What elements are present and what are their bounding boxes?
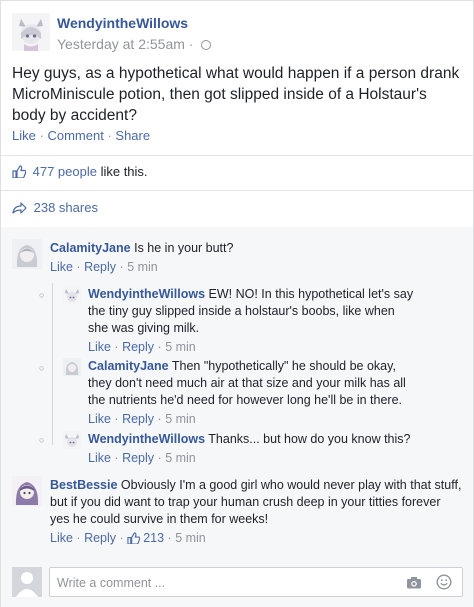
comment-actions: Like · Reply · 5 min (88, 339, 418, 356)
comment-time[interactable]: 5 min (165, 451, 196, 465)
comment-body: WendyintheWillows Thanks... but how do y… (88, 431, 418, 467)
share-arrow-icon (12, 202, 27, 217)
likes-suffix: like this. (96, 164, 148, 179)
likes-summary: 477 people like this. (12, 164, 148, 181)
comment-time[interactable]: 5 min (127, 260, 158, 274)
comment-reply-button[interactable]: Reply (84, 260, 116, 274)
action-separator: · (76, 531, 81, 545)
current-user-avatar (12, 567, 42, 597)
smiley-icon[interactable] (436, 574, 452, 593)
post-card: WendyintheWillows Yesterday at 2:55am · … (0, 0, 474, 607)
thumbs-up-icon (12, 165, 27, 181)
comment-time[interactable]: 5 min (165, 340, 196, 354)
camera-icon[interactable] (406, 576, 422, 592)
reply-bullet: ○ (39, 363, 45, 373)
reply-bullet: ○ (39, 435, 45, 445)
comment-reply-button[interactable]: Reply (122, 451, 154, 465)
comment-actions: Like · Reply · 213 · 5 min (50, 530, 462, 549)
action-separator: · (114, 412, 119, 426)
comment-body: BestBessie Obviously I'm a good girl who… (50, 477, 462, 549)
action-separator: · (119, 531, 124, 545)
comment-reply-button[interactable]: Reply (122, 412, 154, 426)
post-author-name[interactable]: WendyintheWillows (57, 15, 188, 31)
commenter-name[interactable]: WendyintheWillows (88, 432, 205, 446)
post-body: Hey guys, as a hypothetical what would h… (12, 65, 460, 124)
reply-thread-line (52, 283, 53, 445)
action-separator: · (157, 451, 162, 465)
comment-like-button[interactable]: Like (88, 451, 111, 465)
comment-time[interactable]: 5 min (165, 412, 196, 426)
comment-reply-button[interactable]: Reply (84, 531, 116, 545)
divider (1, 155, 473, 156)
globe-icon[interactable] (201, 40, 212, 50)
commenter-name[interactable]: WendyintheWillows (88, 287, 205, 301)
comment-time[interactable]: 5 min (175, 531, 206, 545)
comment-like-count[interactable]: 213 (143, 531, 164, 545)
comment-button[interactable]: Comment (47, 128, 103, 143)
comment-like-button[interactable]: Like (88, 412, 111, 426)
action-separator: · (167, 531, 172, 545)
post-time[interactable]: Yesterday at 2:55am (57, 36, 185, 52)
comment-body: WendyintheWillows EW! NO! In this hypoth… (88, 286, 418, 356)
like-button[interactable]: Like (12, 128, 36, 143)
comment-input[interactable]: Write a comment ... (49, 567, 463, 597)
shares-summary[interactable]: 238 shares (12, 200, 98, 217)
comment-like-button[interactable]: Like (50, 260, 73, 274)
reply-bullet: ○ (39, 290, 45, 300)
comment-like-button[interactable]: Like (88, 340, 111, 354)
shares-count[interactable]: 238 shares (34, 200, 98, 215)
author-avatar[interactable] (12, 13, 50, 51)
comment-body: CalamityJane Is he in your butt? Like · … (50, 240, 470, 276)
commenter-avatar[interactable] (63, 358, 81, 376)
commenter-avatar[interactable] (12, 239, 42, 269)
thumbs-up-icon (127, 532, 141, 549)
comment-text: Is he in your butt? (134, 241, 234, 255)
comment-like-button[interactable]: Like (50, 531, 73, 545)
comment-actions: Like · Reply · 5 min (88, 411, 418, 428)
commenter-avatar[interactable] (63, 431, 81, 449)
commenter-name[interactable]: BestBessie (50, 478, 117, 492)
action-separator: · (157, 412, 162, 426)
commenter-name[interactable]: CalamityJane (50, 241, 131, 255)
comment-actions: Like · Reply · 5 min (88, 450, 418, 467)
comment-input-placeholder: Write a comment ... (57, 576, 166, 590)
likes-count-link[interactable]: 477 people (33, 164, 97, 179)
action-separator: · (107, 128, 112, 143)
commenter-name[interactable]: CalamityJane (88, 359, 169, 373)
divider (1, 190, 473, 191)
share-button[interactable]: Share (115, 128, 150, 143)
action-separator: · (39, 128, 44, 143)
comment-reply-button[interactable]: Reply (122, 340, 154, 354)
post-actions: Like · Comment · Share (12, 128, 150, 143)
commenter-avatar[interactable] (12, 476, 42, 506)
post-timestamp: Yesterday at 2:55am · (57, 36, 212, 52)
meta-separator: · (188, 36, 194, 52)
action-separator: · (157, 340, 162, 354)
commenter-avatar[interactable] (63, 286, 81, 304)
action-separator: · (114, 340, 119, 354)
action-separator: · (114, 451, 119, 465)
comment-text: Thanks... but how do you know this? (208, 432, 411, 446)
action-separator: · (119, 260, 124, 274)
comment-actions: Like · Reply · 5 min (50, 259, 470, 276)
comment-body: CalamityJane Then "hypothetically" he sh… (88, 358, 418, 428)
action-separator: · (76, 260, 81, 274)
